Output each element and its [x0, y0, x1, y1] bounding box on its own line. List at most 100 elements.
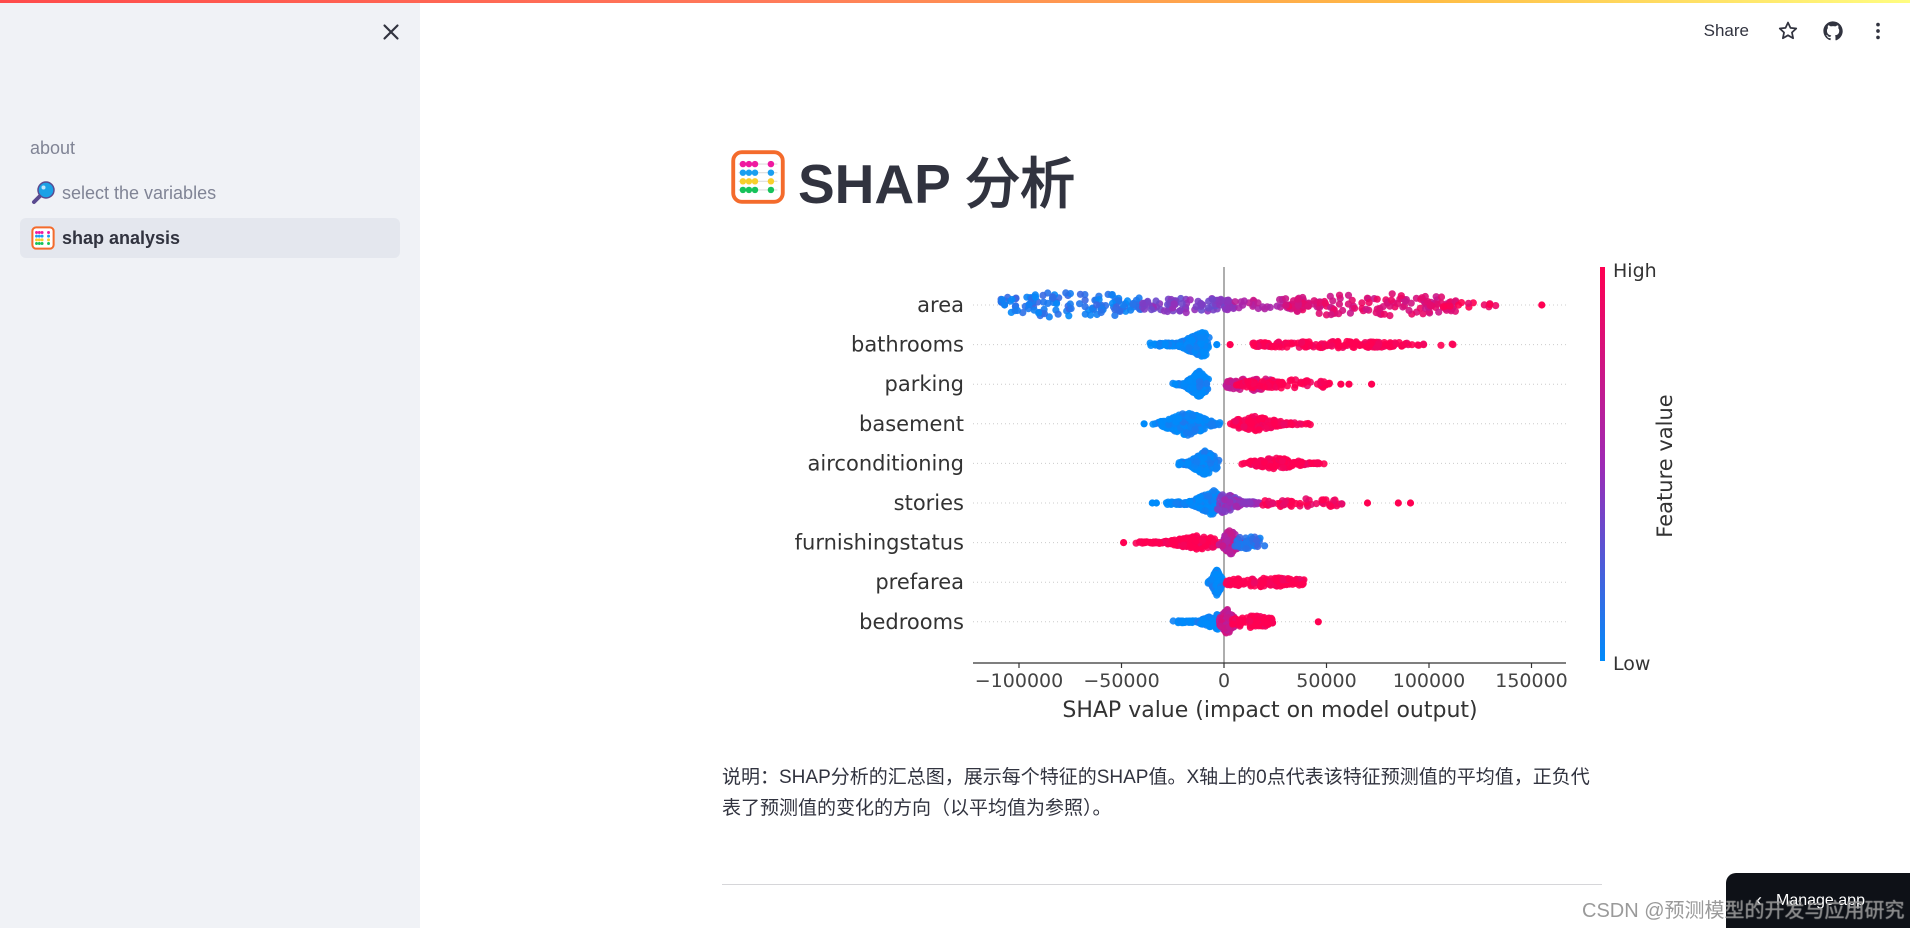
shap-point	[1365, 299, 1373, 307]
shap-point	[1224, 296, 1232, 305]
shap-point	[1295, 581, 1303, 589]
shap-point	[1373, 295, 1381, 303]
shap-point	[1143, 538, 1151, 546]
shap-point	[1213, 464, 1221, 472]
shap-point	[1201, 507, 1209, 515]
shap-point	[1182, 309, 1190, 317]
x-tick-label: −100000	[975, 670, 1063, 692]
colorbar	[1600, 267, 1605, 661]
shap-point	[1227, 530, 1235, 538]
shap-point	[1388, 290, 1396, 298]
page-title-text: SHAP 分析	[798, 153, 1076, 215]
colorbar-low-label: Low	[1613, 653, 1650, 675]
sidebar-item-select-variables[interactable]: select the variables	[20, 173, 400, 213]
shap-point	[1278, 457, 1286, 465]
shap-point	[1344, 300, 1352, 308]
shap-point	[1232, 502, 1240, 510]
manage-app-button[interactable]: ‹ Manage app	[1726, 873, 1910, 928]
shap-point	[1199, 348, 1208, 356]
shap-point	[1233, 541, 1242, 550]
chart-description: 说明：SHAP分析的汇总图，展示每个特征的SHAP值。X轴上的0点代表该特征预测…	[722, 767, 1590, 819]
shap-point	[1344, 291, 1353, 299]
shap-point	[1449, 341, 1457, 349]
shap-point	[1397, 292, 1405, 300]
shap-point	[1129, 300, 1137, 308]
shap-point	[1362, 343, 1370, 351]
shap-point	[1149, 420, 1157, 428]
shap-point	[1290, 459, 1298, 467]
shap-point	[1216, 585, 1224, 593]
shap-point	[1320, 460, 1328, 468]
shap-point	[1185, 497, 1193, 506]
shap-point	[1049, 294, 1057, 302]
shap-point	[1439, 303, 1447, 311]
shap-point	[1283, 343, 1291, 351]
shap-point	[1380, 310, 1388, 318]
sidebar-item-shap-analysis[interactable]: shap analysis	[20, 218, 400, 258]
github-icon	[1823, 21, 1843, 41]
shap-point	[1119, 301, 1127, 309]
shap-point	[1320, 378, 1328, 386]
shap-point	[1195, 378, 1204, 386]
github-button[interactable]	[1820, 18, 1846, 44]
magnifier-icon	[30, 180, 56, 206]
shap-point-outlier	[1538, 301, 1546, 309]
shap-point	[1013, 306, 1022, 315]
shap-point	[1400, 341, 1408, 349]
shap-point	[1486, 301, 1494, 309]
favorite-button[interactable]	[1775, 18, 1801, 44]
shap-point	[1279, 576, 1287, 584]
shap-point	[1054, 310, 1062, 318]
shap-point	[1306, 421, 1314, 429]
shap-point	[1394, 300, 1402, 308]
shap-point	[1268, 343, 1276, 351]
shap-point	[1282, 295, 1290, 303]
shap-point	[1108, 291, 1116, 299]
shap-point	[1288, 498, 1296, 506]
shap-point	[1405, 306, 1413, 314]
shap-point	[1025, 301, 1033, 309]
shap-point	[1197, 371, 1205, 379]
sidebar-item-about[interactable]: about	[20, 128, 400, 168]
shap-point	[1426, 301, 1434, 309]
shap-point	[1296, 420, 1304, 428]
shap-point	[1225, 304, 1233, 312]
shap-point	[1204, 304, 1213, 312]
shap-point	[1464, 299, 1473, 307]
shap-point	[1193, 458, 1201, 466]
shap-point	[1327, 311, 1335, 319]
close-sidebar-button[interactable]	[378, 19, 404, 45]
shap-point	[1335, 291, 1344, 299]
shap-point	[1065, 312, 1073, 320]
x-axis-label: SHAP value (impact on model output)	[1062, 698, 1477, 723]
shap-point	[1205, 492, 1213, 500]
shap-point	[1335, 300, 1343, 308]
shap-point	[1273, 302, 1281, 310]
shap-point	[1170, 300, 1178, 308]
divider	[722, 884, 1602, 885]
shap-point	[1207, 459, 1215, 467]
shap-point	[1185, 344, 1193, 352]
shap-point	[1175, 415, 1183, 423]
shap-point	[1232, 417, 1240, 425]
main-menu-button[interactable]	[1865, 18, 1891, 44]
shap-point	[1176, 307, 1184, 315]
shap-point	[1076, 290, 1084, 298]
share-button[interactable]: Share	[1704, 21, 1749, 41]
shap-point	[1315, 309, 1323, 317]
shap-point	[1200, 454, 1208, 462]
shap-point	[1240, 459, 1248, 467]
shap-summary-chart: area bathrooms parking basement aircondition…	[720, 250, 1700, 730]
header-actions: Share	[1704, 14, 1910, 48]
feature-label-furnishingstatus: furnishingstatus	[795, 531, 964, 555]
shap-point-outlier	[1394, 499, 1402, 507]
shap-point	[1212, 570, 1221, 578]
shap-point	[1189, 384, 1197, 392]
shap-point	[1186, 296, 1194, 304]
shap-point	[1008, 295, 1016, 304]
shap-point	[1208, 420, 1216, 428]
shap-point	[1287, 376, 1295, 384]
shap-point	[1149, 538, 1158, 547]
shap-point	[1194, 416, 1203, 424]
chevron-left-icon: ‹	[1756, 890, 1762, 910]
